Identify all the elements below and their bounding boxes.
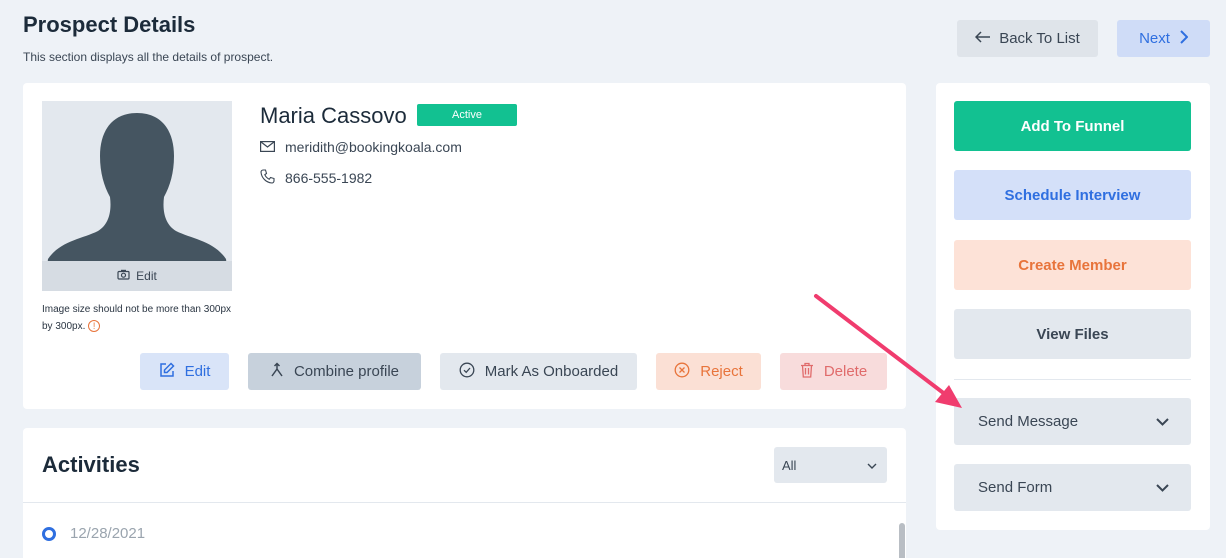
back-to-list-label: Back To List <box>999 30 1080 47</box>
mark-as-onboarded-label: Mark As Onboarded <box>484 363 619 380</box>
phone-row: 866-555-1982 <box>260 169 372 187</box>
image-note-text: Image size should not be more than 300px… <box>42 304 232 332</box>
send-form-dropdown[interactable]: Send Form <box>954 464 1191 511</box>
phone-text: 866-555-1982 <box>285 170 373 186</box>
combine-profile-button[interactable]: Combine profile <box>248 353 421 390</box>
info-icon: ! <box>88 320 101 333</box>
chevron-down-icon <box>867 458 877 473</box>
view-files-button[interactable]: View Files <box>954 309 1191 359</box>
back-to-list-button[interactable]: Back To List <box>957 20 1098 57</box>
sidebar-divider <box>954 379 1191 380</box>
delete-button[interactable]: Delete <box>780 353 887 390</box>
avatar-edit-button[interactable]: Edit <box>42 261 232 291</box>
envelope-icon <box>260 139 276 155</box>
scrollbar-thumb[interactable] <box>899 523 905 558</box>
timeline-dot-icon <box>42 527 56 541</box>
actions-sidebar: Add To Funnel Schedule Interview Create … <box>936 83 1210 530</box>
delete-label: Delete <box>823 363 868 380</box>
trash-icon <box>800 362 814 382</box>
add-to-funnel-button[interactable]: Add To Funnel <box>954 101 1191 151</box>
edit-label: Edit <box>184 363 211 380</box>
next-label: Next <box>1139 30 1170 47</box>
x-circle-icon <box>674 362 690 382</box>
merge-icon <box>270 361 284 382</box>
mark-as-onboarded-button[interactable]: Mark As Onboarded <box>440 353 637 390</box>
arrow-left-icon <box>975 30 991 47</box>
create-member-button[interactable]: Create Member <box>954 240 1191 290</box>
reject-button[interactable]: Reject <box>656 353 761 390</box>
edit-button[interactable]: Edit <box>140 353 229 390</box>
page-title: Prospect Details <box>23 12 196 37</box>
chevron-right-icon <box>1180 29 1189 48</box>
email-row: meridith@bookingkoala.com <box>260 139 462 155</box>
status-badge: Active <box>417 104 517 126</box>
combine-profile-label: Combine profile <box>293 363 400 380</box>
activities-filter-select[interactable]: All <box>774 447 887 483</box>
next-button[interactable]: Next <box>1117 20 1210 57</box>
image-size-note: Image size should not be more than 300px… <box>42 301 242 335</box>
schedule-interview-button[interactable]: Schedule Interview <box>954 170 1191 220</box>
reject-label: Reject <box>700 363 743 380</box>
check-circle-icon <box>459 362 475 382</box>
phone-icon <box>260 169 275 187</box>
send-message-dropdown[interactable]: Send Message <box>954 398 1191 445</box>
activities-divider <box>23 502 906 503</box>
camera-icon <box>117 269 130 283</box>
activities-card: Activities All 12/28/2021 <box>23 428 906 558</box>
chevron-down-icon <box>1156 413 1169 430</box>
avatar-edit-label: Edit <box>136 269 157 283</box>
activities-title: Activities <box>42 452 140 477</box>
send-message-label: Send Message <box>978 413 1079 430</box>
email-text: meridith@bookingkoala.com <box>285 139 462 155</box>
chevron-down-icon <box>1156 479 1169 496</box>
send-form-label: Send Form <box>978 479 1053 496</box>
activities-filter-value: All <box>782 457 797 473</box>
page-subtitle: This section displays all the details of… <box>23 50 274 64</box>
prospect-name: Maria Cassovo <box>260 103 407 128</box>
pencil-square-icon <box>159 361 175 382</box>
profile-card: Edit Image size should not be more than … <box>23 83 906 409</box>
activity-date: 12/28/2021 <box>70 525 146 542</box>
